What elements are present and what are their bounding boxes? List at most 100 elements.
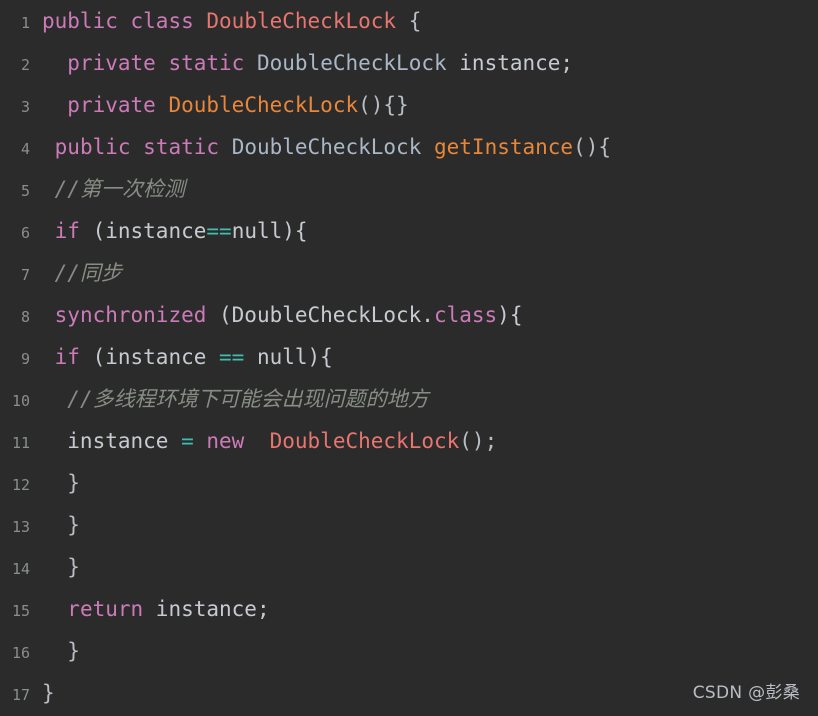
code-line: 4 public static DoubleCheckLock getInsta… bbox=[0, 126, 818, 168]
code-token: ){ bbox=[497, 303, 523, 327]
line-number: 3 bbox=[20, 98, 30, 116]
code-token: (DoubleCheckLock. bbox=[206, 303, 434, 327]
code-token: instance; bbox=[143, 597, 270, 621]
code-token: (){} bbox=[358, 93, 409, 117]
code-token: == bbox=[219, 345, 245, 369]
code-token: = bbox=[181, 429, 194, 453]
line-content: } bbox=[30, 504, 80, 546]
code-token: synchronized bbox=[54, 303, 207, 327]
code-line: 7 //同步 bbox=[0, 252, 818, 294]
line-number: 7 bbox=[20, 266, 30, 284]
line-content: synchronized (DoubleCheckLock.class){ bbox=[30, 294, 523, 336]
line-content: } bbox=[30, 546, 80, 588]
code-token: class bbox=[130, 9, 194, 33]
code-token: private bbox=[67, 51, 156, 75]
line-number: 12 bbox=[11, 476, 30, 494]
line-number: 17 bbox=[11, 686, 30, 704]
line-number: 10 bbox=[11, 392, 30, 410]
code-line: 6 if (instance==null){ bbox=[0, 210, 818, 252]
code-token: == bbox=[206, 219, 232, 243]
code-line: 2 private static DoubleCheckLock instanc… bbox=[0, 42, 818, 84]
code-line: 10 //多线程环境下可能会出现问题的地方 bbox=[0, 378, 818, 420]
code-line: 13 } bbox=[0, 504, 818, 546]
line-number: 13 bbox=[11, 518, 30, 536]
line-content: } bbox=[30, 672, 55, 714]
code-token: static bbox=[143, 135, 220, 159]
code-line: 15 return instance; bbox=[0, 588, 818, 630]
line-content: public static DoubleCheckLock getInstanc… bbox=[30, 126, 611, 168]
code-token: null){ bbox=[231, 219, 308, 243]
line-content: public class DoubleCheckLock { bbox=[30, 0, 421, 42]
line-number: 16 bbox=[11, 644, 30, 662]
code-token: { bbox=[396, 9, 422, 33]
code-token: DoubleCheckLock bbox=[269, 429, 460, 453]
code-token: if bbox=[54, 219, 80, 243]
code-token: DoubleCheckLock bbox=[256, 51, 447, 75]
code-token: class bbox=[433, 303, 498, 327]
line-content: instance = new DoubleCheckLock(); bbox=[30, 420, 497, 462]
code-token: //第一次检测 bbox=[54, 177, 185, 201]
code-token: } bbox=[42, 681, 55, 705]
code-token: } bbox=[42, 555, 80, 579]
code-token: return bbox=[67, 597, 144, 621]
line-content: private DoubleCheckLock(){} bbox=[30, 84, 409, 126]
line-content: if (instance == null){ bbox=[30, 336, 333, 378]
code-line: 14 } bbox=[0, 546, 818, 588]
line-number: 15 bbox=[11, 602, 30, 620]
line-content: } bbox=[30, 630, 80, 672]
code-token: } bbox=[42, 471, 80, 495]
code-lines-container: 1 public class DoubleCheckLock {2 private… bbox=[0, 0, 818, 714]
code-token: static bbox=[168, 51, 245, 75]
line-number: 4 bbox=[20, 140, 30, 158]
code-line: 11 instance = new DoubleCheckLock(); bbox=[0, 420, 818, 462]
line-content: private static DoubleCheckLock instance; bbox=[30, 42, 573, 84]
code-token: DoubleCheckLock bbox=[231, 135, 422, 159]
code-line: 12 } bbox=[0, 462, 818, 504]
line-number: 5 bbox=[20, 182, 30, 200]
line-number: 6 bbox=[20, 224, 30, 242]
code-token: if bbox=[54, 345, 80, 369]
code-token: DoubleCheckLock bbox=[168, 93, 359, 117]
csdn-watermark: CSDN @彭桑 bbox=[692, 683, 800, 703]
line-content: } bbox=[30, 462, 80, 504]
code-token: new bbox=[206, 429, 245, 453]
code-token: (instance bbox=[79, 219, 207, 243]
code-token: //同步 bbox=[54, 261, 122, 285]
line-content: if (instance==null){ bbox=[30, 210, 308, 252]
code-token: instance bbox=[42, 429, 182, 453]
code-line: 1 public class DoubleCheckLock { bbox=[0, 0, 818, 42]
code-token: } bbox=[42, 639, 80, 663]
line-number: 2 bbox=[20, 56, 30, 74]
code-token: (instance bbox=[79, 345, 220, 369]
code-token: null){ bbox=[244, 345, 333, 369]
line-number: 1 bbox=[20, 14, 30, 32]
line-number: 14 bbox=[11, 560, 30, 578]
code-line: 16 } bbox=[0, 630, 818, 672]
code-token: getInstance bbox=[434, 135, 574, 159]
code-token: DoubleCheckLock bbox=[206, 9, 397, 33]
line-content: //多线程环境下可能会出现问题的地方 bbox=[30, 378, 428, 420]
code-editor-pane: 1 public class DoubleCheckLock {2 private… bbox=[0, 0, 818, 715]
line-number: 9 bbox=[20, 350, 30, 368]
line-number: 8 bbox=[20, 308, 30, 326]
line-content: return instance; bbox=[30, 588, 270, 630]
code-token: public bbox=[54, 135, 131, 159]
code-token: instance; bbox=[446, 51, 574, 75]
code-token: private bbox=[67, 93, 156, 117]
code-token: public bbox=[42, 9, 118, 33]
